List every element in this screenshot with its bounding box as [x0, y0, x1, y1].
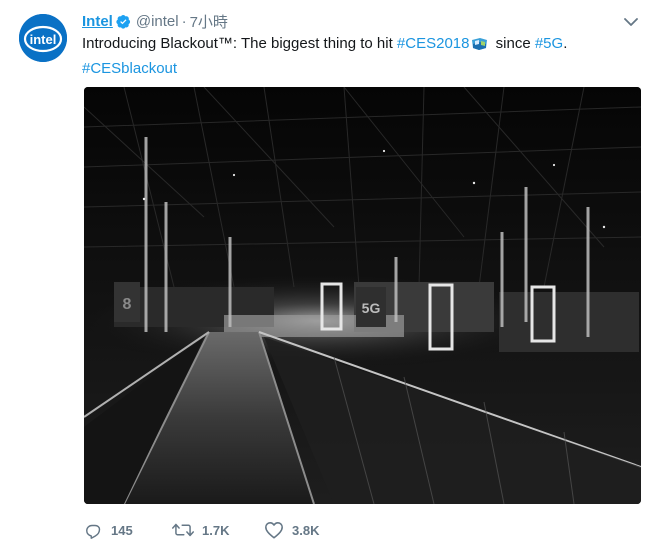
tweet-timestamp[interactable]: 7小時 — [190, 11, 228, 32]
tweet-text-end: . — [563, 35, 568, 52]
intel-logo-text: intel — [30, 32, 57, 47]
hashtag-ces2018[interactable]: #CES2018 — [397, 35, 470, 52]
reply-button[interactable]: 145 — [84, 521, 172, 539]
retweet-button[interactable]: 1.7K — [172, 521, 264, 539]
like-button[interactable]: 3.8K — [264, 521, 319, 539]
reply-icon — [84, 521, 103, 539]
hashtag-5g[interactable]: #5G — [535, 35, 563, 52]
reply-count: 145 — [111, 522, 133, 538]
header-separator: · — [181, 12, 187, 30]
tweet-header: Intel @intel · 7小時 — [82, 11, 228, 31]
ces-flag-emoji-icon — [471, 36, 488, 58]
tweet-text-middle: since — [491, 35, 535, 52]
tweet-media-photo[interactable]: 5G 8 — [84, 87, 641, 504]
author-name[interactable]: Intel — [82, 13, 113, 30]
hashtag-cesblackout[interactable]: #CESblackout — [82, 60, 177, 77]
sign-5g: 5G — [362, 300, 381, 316]
avatar[interactable]: intel — [19, 14, 67, 62]
retweet-count: 1.7K — [202, 522, 230, 538]
sign-8: 8 — [123, 296, 132, 313]
tweet-actions: 145 1.7K 3.8K — [84, 518, 319, 542]
tweet-card[interactable]: intel Intel @intel · 7小時 Introducing Bla… — [0, 0, 672, 548]
like-count: 3.8K — [292, 522, 320, 538]
author-handle[interactable]: @intel — [136, 13, 179, 30]
retweet-icon — [172, 521, 194, 539]
heart-icon — [264, 521, 284, 539]
verified-badge-icon — [116, 14, 131, 29]
chevron-down-icon[interactable] — [622, 13, 640, 31]
tweet-text-intro: Introducing Blackout™: The biggest thing… — [82, 35, 397, 52]
tweet-text: Introducing Blackout™: The biggest thing… — [82, 33, 642, 80]
